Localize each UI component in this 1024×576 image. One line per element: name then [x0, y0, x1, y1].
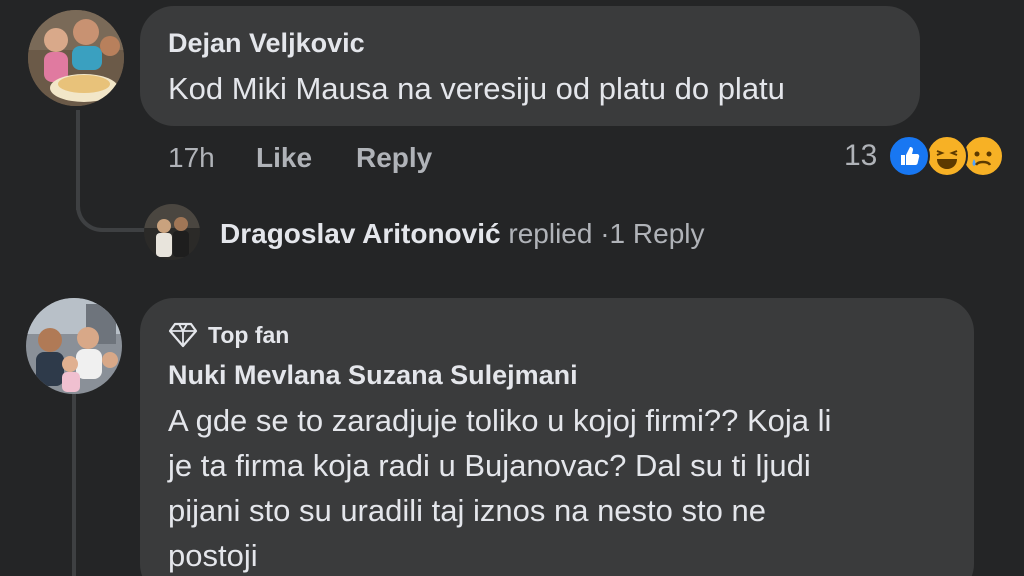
reply-author-name[interactable]: Dragoslav Aritonović	[220, 218, 501, 249]
comment-text-line: postoji	[168, 538, 258, 573]
comment-text: Kod Miki Mausa na veresiju od platu do p…	[168, 71, 785, 106]
thread-curve	[76, 180, 146, 232]
top-fan-badge: Top fan	[168, 318, 289, 352]
sad-reaction-icon[interactable]	[962, 135, 1004, 177]
avatar-photo-icon	[144, 204, 200, 260]
reply-button[interactable]: Reply	[356, 142, 432, 174]
comment-author[interactable]: Dejan Veljkovic	[168, 28, 365, 59]
reaction-count[interactable]: 13	[844, 139, 877, 173]
comment-text: A gde se to zaradjuje toliko u kojoj fir…	[168, 398, 968, 576]
comment-author[interactable]: Nuki Mevlana Suzana Sulejmani	[168, 360, 578, 391]
comment-text-line: A gde se to zaradjuje toliko u kojoj fir…	[168, 403, 832, 438]
reply-separator: ·	[600, 218, 610, 249]
reply-count-link[interactable]: 1 Reply	[610, 218, 705, 249]
avatar[interactable]	[26, 298, 122, 394]
top-fan-label: Top fan	[208, 321, 290, 348]
reply-summary[interactable]: Dragoslav Aritonović replied ·1 Reply	[220, 218, 704, 250]
diamond-icon	[168, 322, 198, 348]
avatar-photo-icon	[28, 10, 124, 106]
avatar-photo-icon	[26, 298, 122, 394]
laugh-reaction-icon[interactable]	[926, 135, 968, 177]
comment-text-line: je ta firma koja radi u Bujanovac? Dal s…	[168, 448, 811, 483]
comment-timestamp[interactable]: 17h	[168, 142, 215, 174]
avatar[interactable]	[28, 10, 124, 106]
reply-author-avatar[interactable]	[144, 204, 200, 260]
reply-action: replied	[508, 218, 593, 249]
like-button[interactable]: Like	[256, 142, 312, 174]
like-reaction-icon[interactable]	[888, 135, 930, 177]
comments-panel: Dejan Veljkovic Kod Miki Mausa na veresi…	[0, 0, 1024, 576]
thread-line	[72, 392, 76, 576]
comment-text-line: pijani sto su uradili taj iznos na nesto…	[168, 493, 766, 528]
